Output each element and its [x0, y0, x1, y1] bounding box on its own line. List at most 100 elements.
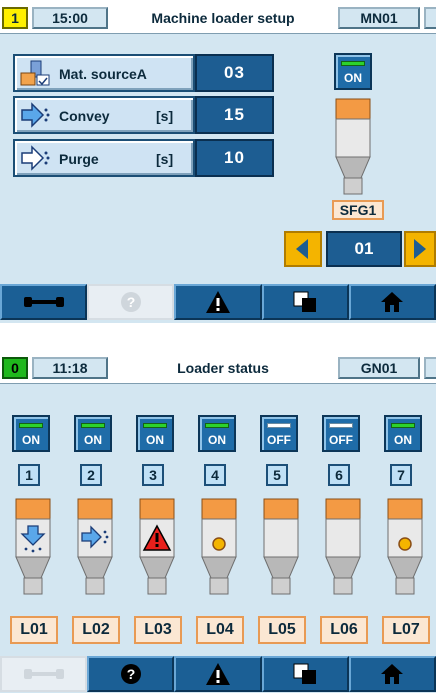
help-button[interactable]: ? — [87, 284, 175, 320]
alarm-button[interactable] — [174, 656, 262, 692]
screen-number: 0 — [2, 357, 28, 379]
purge-unit: [s] — [156, 151, 174, 167]
material-source-label-box[interactable]: Mat. sourceA — [13, 54, 195, 92]
on-toggle-label: ON — [344, 71, 362, 85]
tools-button[interactable] — [0, 284, 88, 320]
station-label[interactable]: L01 — [10, 616, 58, 644]
home-icon — [381, 292, 404, 312]
purge-arrow-icon — [21, 145, 50, 171]
station-toggle-button[interactable]: OFF — [260, 415, 298, 452]
header-bar: 1 15:00 Machine loader setup MN01 — [0, 0, 436, 34]
hopper-icon — [335, 98, 371, 195]
station-label[interactable]: L07 — [382, 616, 430, 644]
station-number: 1 — [18, 464, 40, 486]
station-toggle-label: OFF — [329, 433, 353, 447]
material-source-value[interactable]: 03 — [195, 54, 274, 92]
hopper-icon — [387, 498, 423, 595]
page-title: Loader status — [177, 360, 269, 376]
hopper-icon — [15, 498, 51, 595]
bottom-navigation: ? — [0, 284, 436, 320]
help-button[interactable]: ? — [87, 656, 175, 692]
station-label[interactable]: L04 — [196, 616, 244, 644]
station-toggle-label: ON — [208, 433, 226, 447]
station-label[interactable]: L06 — [320, 616, 368, 644]
material-source-label: Mat. sourceA — [59, 66, 147, 82]
arrow-left-icon — [296, 239, 308, 259]
hopper-icon — [201, 498, 237, 595]
purge-label-box[interactable]: Purge [s] — [13, 139, 195, 177]
convey-arrow-icon — [21, 102, 50, 128]
next-button[interactable] — [404, 231, 436, 267]
alarm-button[interactable] — [174, 284, 262, 320]
header-end-cap — [424, 357, 436, 379]
screen-number: 1 — [2, 7, 28, 29]
bottom-navigation: ? — [0, 656, 436, 692]
station-label[interactable]: L05 — [258, 616, 306, 644]
on-toggle-button[interactable]: ON — [334, 53, 372, 90]
purge-value[interactable]: 10 — [195, 139, 274, 177]
hopper-icon — [263, 498, 299, 595]
copy-button[interactable] — [261, 284, 349, 320]
station-toggle-button[interactable]: ON — [136, 415, 174, 452]
home-icon — [381, 664, 404, 684]
copy-icon — [293, 663, 317, 684]
station-number: 4 — [204, 464, 226, 486]
page-title: Machine loader setup — [151, 10, 295, 26]
station-label[interactable]: L03 — [134, 616, 182, 644]
ready-dot-icon — [398, 537, 412, 551]
wrench-icon — [23, 297, 64, 307]
clock-time: 11:18 — [32, 357, 108, 379]
help-icon: ? — [120, 664, 141, 684]
station-toggle-button[interactable]: ON — [74, 415, 112, 452]
machine-loader-setup-panel: 1 15:00 Machine loader setup MN01 Mat. s… — [0, 0, 436, 323]
station-indicator-bar — [19, 423, 43, 428]
station-indicator-bar — [391, 423, 415, 428]
screen-code: MN01 — [338, 7, 420, 29]
header-end-cap — [424, 7, 436, 29]
hopper-icon — [325, 498, 361, 595]
station-toggle-button[interactable]: ON — [384, 415, 422, 452]
loader-status-panel: 0 11:18 Loader status GN01 ON 1 L01 ON 2 L02 O… — [0, 350, 436, 693]
convey-unit: [s] — [156, 108, 174, 124]
home-button[interactable] — [348, 656, 436, 692]
convey-value[interactable]: 15 — [195, 96, 274, 134]
station-toggle-label: ON — [146, 433, 164, 447]
warning-icon — [206, 291, 230, 313]
on-indicator-bar — [341, 61, 365, 66]
purge-row: Purge [s] 10 — [13, 139, 274, 177]
arrow-right-icon — [414, 239, 426, 259]
ready-dot-icon — [212, 537, 226, 551]
home-button[interactable] — [348, 284, 436, 320]
station-number: 2 — [80, 464, 102, 486]
material-source-row: Mat. sourceA 03 — [13, 54, 274, 92]
hopper-label: SFG1 — [332, 200, 384, 220]
station-indicator-bar — [81, 423, 105, 428]
station-toggle-label: ON — [84, 433, 102, 447]
convey-label-box[interactable]: Convey [s] — [13, 96, 195, 134]
station-indicator-bar — [143, 423, 167, 428]
hopper-icon — [77, 498, 113, 595]
header-bar: 0 11:18 Loader status GN01 — [0, 350, 436, 384]
warning-icon — [206, 663, 230, 685]
previous-button[interactable] — [284, 231, 322, 267]
station-toggle-label: OFF — [267, 433, 291, 447]
tools-button[interactable] — [0, 656, 88, 692]
station-indicator-bar — [329, 423, 353, 428]
station-toggle-label: ON — [22, 433, 40, 447]
station-indicator-bar — [267, 423, 291, 428]
station-toggle-button[interactable]: ON — [198, 415, 236, 452]
clock-time: 15:00 — [32, 7, 108, 29]
help-icon: ? — [120, 292, 141, 312]
station-number: 3 — [142, 464, 164, 486]
convey-label: Convey — [59, 108, 110, 124]
page-number-field[interactable]: 01 — [326, 231, 402, 267]
station-toggle-button[interactable]: ON — [12, 415, 50, 452]
purge-label: Purge — [59, 151, 99, 167]
station-toggle-button[interactable]: OFF — [322, 415, 360, 452]
station-label[interactable]: L02 — [72, 616, 120, 644]
hopper-icon — [139, 498, 175, 595]
copy-icon — [293, 291, 317, 312]
svg-text:?: ? — [127, 666, 136, 682]
copy-button[interactable] — [261, 656, 349, 692]
station-number: 5 — [266, 464, 288, 486]
